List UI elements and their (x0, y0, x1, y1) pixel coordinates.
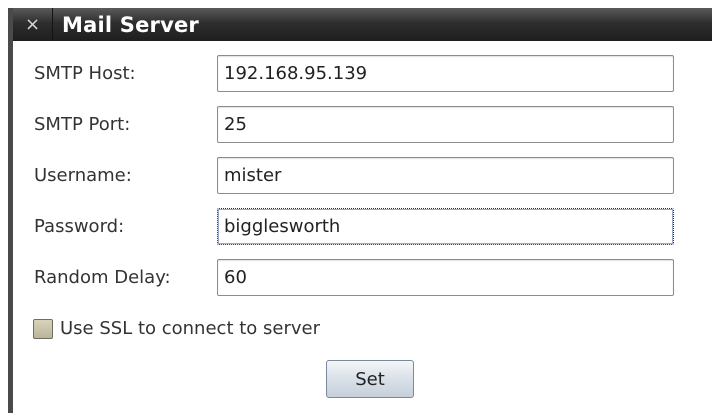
set-button[interactable]: Set (326, 360, 414, 398)
smtp-host-row: SMTP Host: (34, 55, 674, 92)
username-label: Username: (34, 165, 132, 186)
random-delay-row: Random Delay: (34, 259, 674, 296)
close-icon[interactable]: × (13, 8, 53, 41)
smtp-port-label: SMTP Port: (34, 114, 131, 135)
dialog-title: Mail Server (62, 12, 199, 37)
ssl-option: Use SSL to connect to server (33, 318, 320, 339)
ssl-checkbox[interactable] (33, 318, 53, 339)
username-input[interactable] (217, 157, 674, 194)
smtp-port-row: SMTP Port: (34, 106, 674, 143)
password-label: Password: (34, 216, 125, 237)
username-row: Username: (34, 157, 674, 194)
smtp-port-input[interactable] (217, 106, 674, 143)
password-input[interactable] (217, 208, 674, 245)
mail-server-dialog: × Mail Server SMTP Host: SMTP Port: User… (8, 8, 712, 413)
password-row: Password: (34, 208, 674, 245)
random-delay-input[interactable] (217, 259, 674, 296)
smtp-host-label: SMTP Host: (34, 63, 136, 84)
dialog-titlebar: × Mail Server (13, 8, 712, 41)
ssl-checkbox-label[interactable]: Use SSL to connect to server (60, 318, 320, 339)
smtp-host-input[interactable] (217, 55, 674, 92)
random-delay-label: Random Delay: (34, 267, 171, 288)
